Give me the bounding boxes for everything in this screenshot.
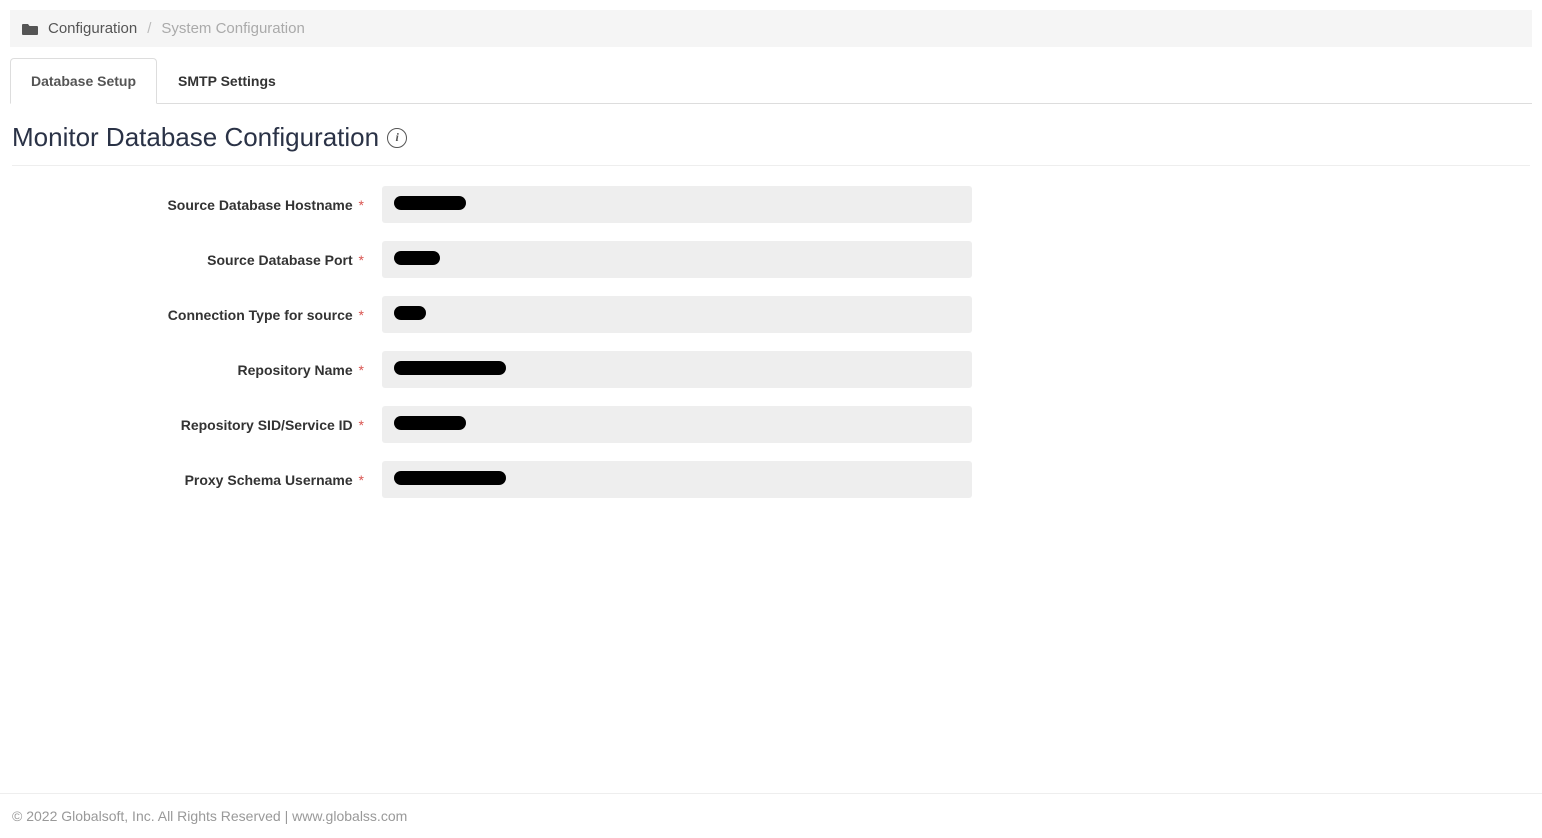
redacted-value bbox=[394, 416, 466, 430]
page-header: Monitor Database Configuration i bbox=[0, 104, 1542, 165]
footer: © 2022 Globalsoft, Inc. All Rights Reser… bbox=[0, 793, 1542, 838]
form-row: Repository Name * bbox=[12, 351, 1530, 388]
required-asterisk: * bbox=[359, 362, 364, 378]
required-asterisk: * bbox=[359, 417, 364, 433]
form-label: Repository Name * bbox=[12, 362, 382, 378]
form-input[interactable] bbox=[382, 351, 972, 388]
form-label: Source Database Port * bbox=[12, 252, 382, 268]
footer-copyright: © 2022 Globalsoft, Inc. All Rights Reser… bbox=[12, 808, 281, 824]
form-input[interactable] bbox=[382, 461, 972, 498]
tabs: Database Setup SMTP Settings bbox=[10, 57, 1532, 104]
tab-database-setup[interactable]: Database Setup bbox=[10, 58, 157, 104]
divider bbox=[12, 165, 1530, 166]
required-asterisk: * bbox=[359, 472, 364, 488]
form-row: Repository SID/Service ID * bbox=[12, 406, 1530, 443]
form-row: Connection Type for source * bbox=[12, 296, 1530, 333]
info-icon[interactable]: i bbox=[387, 128, 407, 148]
redacted-value bbox=[394, 251, 440, 265]
form: Source Database Hostname * Source Databas… bbox=[0, 186, 1542, 498]
form-input[interactable] bbox=[382, 186, 972, 223]
tab-smtp-settings[interactable]: SMTP Settings bbox=[157, 58, 297, 104]
form-row: Proxy Schema Username * bbox=[12, 461, 1530, 498]
breadcrumb-current: System Configuration bbox=[161, 20, 304, 37]
breadcrumb-separator: / bbox=[147, 20, 151, 37]
form-label: Proxy Schema Username * bbox=[12, 472, 382, 488]
form-input[interactable] bbox=[382, 296, 972, 333]
form-row: Source Database Port * bbox=[12, 241, 1530, 278]
form-input[interactable] bbox=[382, 241, 972, 278]
redacted-value bbox=[394, 306, 426, 320]
form-label: Source Database Hostname * bbox=[12, 197, 382, 213]
breadcrumb: Configuration / System Configuration bbox=[10, 10, 1532, 47]
form-label: Repository SID/Service ID * bbox=[12, 417, 382, 433]
redacted-value bbox=[394, 361, 506, 375]
redacted-value bbox=[394, 196, 466, 210]
form-label: Connection Type for source * bbox=[12, 307, 382, 323]
redacted-value bbox=[394, 471, 506, 485]
required-asterisk: * bbox=[359, 197, 364, 213]
folder-icon bbox=[22, 22, 38, 36]
form-input[interactable] bbox=[382, 406, 972, 443]
required-asterisk: * bbox=[359, 252, 364, 268]
page-title: Monitor Database Configuration bbox=[12, 122, 379, 153]
footer-separator: | bbox=[281, 808, 292, 824]
required-asterisk: * bbox=[359, 307, 364, 323]
breadcrumb-link-configuration[interactable]: Configuration bbox=[48, 20, 137, 37]
footer-link[interactable]: www.globalss.com bbox=[292, 808, 407, 824]
form-row: Source Database Hostname * bbox=[12, 186, 1530, 223]
